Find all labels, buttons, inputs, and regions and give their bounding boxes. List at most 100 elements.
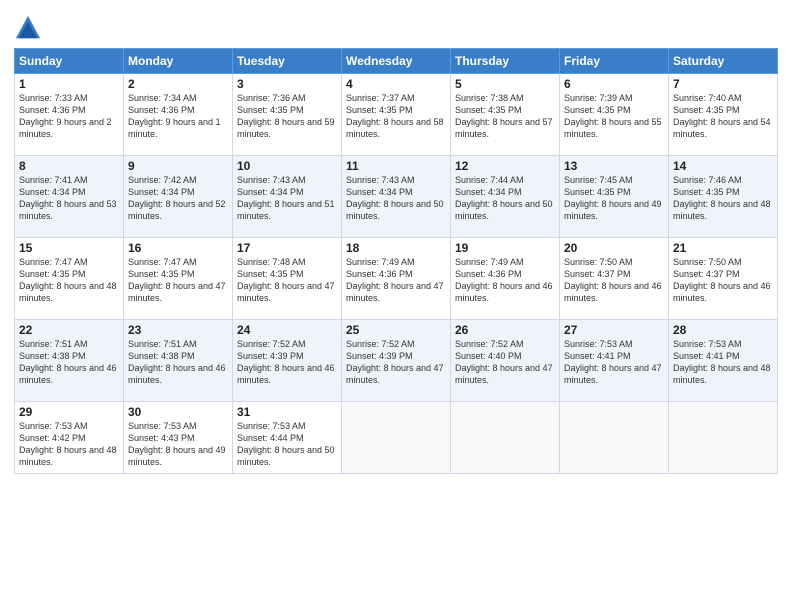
sunrise-label: Sunrise: 7:43 AM <box>237 175 306 185</box>
calendar-cell <box>451 402 560 474</box>
calendar-cell: 17Sunrise: 7:48 AMSunset: 4:35 PMDayligh… <box>233 238 342 320</box>
sunset-label: Sunset: 4:39 PM <box>346 351 413 361</box>
sunrise-label: Sunrise: 7:51 AM <box>128 339 197 349</box>
logo <box>14 14 45 42</box>
daylight-label: Daylight: 8 hours and 46 minutes. <box>128 363 226 385</box>
sunset-label: Sunset: 4:35 PM <box>237 269 304 279</box>
calendar-cell: 6Sunrise: 7:39 AMSunset: 4:35 PMDaylight… <box>560 74 669 156</box>
cell-content: Sunrise: 7:34 AMSunset: 4:36 PMDaylight:… <box>128 92 228 141</box>
calendar-cell: 29Sunrise: 7:53 AMSunset: 4:42 PMDayligh… <box>15 402 124 474</box>
calendar-cell: 13Sunrise: 7:45 AMSunset: 4:35 PMDayligh… <box>560 156 669 238</box>
sunrise-label: Sunrise: 7:53 AM <box>237 421 306 431</box>
cell-content: Sunrise: 7:40 AMSunset: 4:35 PMDaylight:… <box>673 92 773 141</box>
sunrise-label: Sunrise: 7:45 AM <box>564 175 633 185</box>
day-number: 21 <box>673 241 773 255</box>
sunrise-label: Sunrise: 7:53 AM <box>564 339 633 349</box>
sunset-label: Sunset: 4:35 PM <box>455 105 522 115</box>
daylight-label: Daylight: 8 hours and 50 minutes. <box>237 445 335 467</box>
daylight-label: Daylight: 8 hours and 48 minutes. <box>673 363 771 385</box>
cell-content: Sunrise: 7:48 AMSunset: 4:35 PMDaylight:… <box>237 256 337 305</box>
calendar-cell: 30Sunrise: 7:53 AMSunset: 4:43 PMDayligh… <box>124 402 233 474</box>
daylight-label: Daylight: 8 hours and 48 minutes. <box>19 445 117 467</box>
day-number: 10 <box>237 159 337 173</box>
cell-content: Sunrise: 7:51 AMSunset: 4:38 PMDaylight:… <box>128 338 228 387</box>
sunrise-label: Sunrise: 7:53 AM <box>128 421 197 431</box>
sunrise-label: Sunrise: 7:39 AM <box>564 93 633 103</box>
day-number: 5 <box>455 77 555 91</box>
day-number: 13 <box>564 159 664 173</box>
sunrise-label: Sunrise: 7:40 AM <box>673 93 742 103</box>
sunrise-label: Sunrise: 7:49 AM <box>455 257 524 267</box>
calendar-cell: 27Sunrise: 7:53 AMSunset: 4:41 PMDayligh… <box>560 320 669 402</box>
cell-content: Sunrise: 7:42 AMSunset: 4:34 PMDaylight:… <box>128 174 228 223</box>
cell-content: Sunrise: 7:33 AMSunset: 4:36 PMDaylight:… <box>19 92 119 141</box>
day-number: 3 <box>237 77 337 91</box>
daylight-label: Daylight: 9 hours and 2 minutes. <box>19 117 112 139</box>
day-number: 22 <box>19 323 119 337</box>
sunset-label: Sunset: 4:35 PM <box>237 105 304 115</box>
daylight-label: Daylight: 8 hours and 47 minutes. <box>455 363 553 385</box>
weekday-header-saturday: Saturday <box>669 49 778 74</box>
calendar-cell: 26Sunrise: 7:52 AMSunset: 4:40 PMDayligh… <box>451 320 560 402</box>
day-number: 24 <box>237 323 337 337</box>
daylight-label: Daylight: 8 hours and 49 minutes. <box>128 445 226 467</box>
sunrise-label: Sunrise: 7:44 AM <box>455 175 524 185</box>
day-number: 19 <box>455 241 555 255</box>
week-row-2: 8Sunrise: 7:41 AMSunset: 4:34 PMDaylight… <box>15 156 778 238</box>
header <box>14 10 778 42</box>
day-number: 11 <box>346 159 446 173</box>
day-number: 9 <box>128 159 228 173</box>
calendar-cell: 12Sunrise: 7:44 AMSunset: 4:34 PMDayligh… <box>451 156 560 238</box>
sunrise-label: Sunrise: 7:53 AM <box>19 421 88 431</box>
day-number: 8 <box>19 159 119 173</box>
sunrise-label: Sunrise: 7:42 AM <box>128 175 197 185</box>
day-number: 6 <box>564 77 664 91</box>
sunrise-label: Sunrise: 7:38 AM <box>455 93 524 103</box>
week-row-5: 29Sunrise: 7:53 AMSunset: 4:42 PMDayligh… <box>15 402 778 474</box>
calendar-cell: 25Sunrise: 7:52 AMSunset: 4:39 PMDayligh… <box>342 320 451 402</box>
day-number: 31 <box>237 405 337 419</box>
daylight-label: Daylight: 8 hours and 55 minutes. <box>564 117 662 139</box>
sunrise-label: Sunrise: 7:48 AM <box>237 257 306 267</box>
sunrise-label: Sunrise: 7:47 AM <box>19 257 88 267</box>
sunrise-label: Sunrise: 7:52 AM <box>455 339 524 349</box>
sunset-label: Sunset: 4:36 PM <box>19 105 86 115</box>
day-number: 1 <box>19 77 119 91</box>
calendar-cell: 28Sunrise: 7:53 AMSunset: 4:41 PMDayligh… <box>669 320 778 402</box>
day-number: 17 <box>237 241 337 255</box>
daylight-label: Daylight: 8 hours and 50 minutes. <box>346 199 444 221</box>
weekday-header-thursday: Thursday <box>451 49 560 74</box>
sunrise-label: Sunrise: 7:49 AM <box>346 257 415 267</box>
day-number: 20 <box>564 241 664 255</box>
cell-content: Sunrise: 7:53 AMSunset: 4:43 PMDaylight:… <box>128 420 228 469</box>
calendar-cell <box>560 402 669 474</box>
day-number: 25 <box>346 323 446 337</box>
sunrise-label: Sunrise: 7:50 AM <box>673 257 742 267</box>
cell-content: Sunrise: 7:47 AMSunset: 4:35 PMDaylight:… <box>19 256 119 305</box>
sunrise-label: Sunrise: 7:46 AM <box>673 175 742 185</box>
cell-content: Sunrise: 7:38 AM Sunset: 4:35 PM Daylight:… <box>455 92 555 141</box>
calendar-cell: 23Sunrise: 7:51 AMSunset: 4:38 PMDayligh… <box>124 320 233 402</box>
calendar-cell: 2Sunrise: 7:34 AMSunset: 4:36 PMDaylight… <box>124 74 233 156</box>
day-number: 4 <box>346 77 446 91</box>
sunrise-label: Sunrise: 7:52 AM <box>346 339 415 349</box>
cell-content: Sunrise: 7:52 AMSunset: 4:39 PMDaylight:… <box>237 338 337 387</box>
week-row-1: 1Sunrise: 7:33 AMSunset: 4:36 PMDaylight… <box>15 74 778 156</box>
sunset-label: Sunset: 4:34 PM <box>237 187 304 197</box>
cell-content: Sunrise: 7:53 AMSunset: 4:41 PMDaylight:… <box>564 338 664 387</box>
calendar-cell: 3Sunrise: 7:36 AMSunset: 4:35 PMDaylight… <box>233 74 342 156</box>
sunrise-label: Sunrise: 7:43 AM <box>346 175 415 185</box>
cell-content: Sunrise: 7:46 AMSunset: 4:35 PMDaylight:… <box>673 174 773 223</box>
day-number: 26 <box>455 323 555 337</box>
sunset-label: Sunset: 4:44 PM <box>237 433 304 443</box>
sunset-label: Sunset: 4:41 PM <box>564 351 631 361</box>
calendar-cell: 8Sunrise: 7:41 AMSunset: 4:34 PMDaylight… <box>15 156 124 238</box>
daylight-label: Daylight: 8 hours and 46 minutes. <box>564 281 662 303</box>
daylight-label: Daylight: 8 hours and 57 minutes. <box>455 117 553 139</box>
calendar-cell: 31 Sunrise: 7:53 AM Sunset: 4:44 PM Dayligh… <box>233 402 342 474</box>
cell-content: Sunrise: 7:36 AMSunset: 4:35 PMDaylight:… <box>237 92 337 141</box>
sunrise-label: Sunrise: 7:52 AM <box>237 339 306 349</box>
day-number: 12 <box>455 159 555 173</box>
calendar-cell: 22Sunrise: 7:51 AMSunset: 4:38 PMDayligh… <box>15 320 124 402</box>
sunset-label: Sunset: 4:36 PM <box>346 269 413 279</box>
